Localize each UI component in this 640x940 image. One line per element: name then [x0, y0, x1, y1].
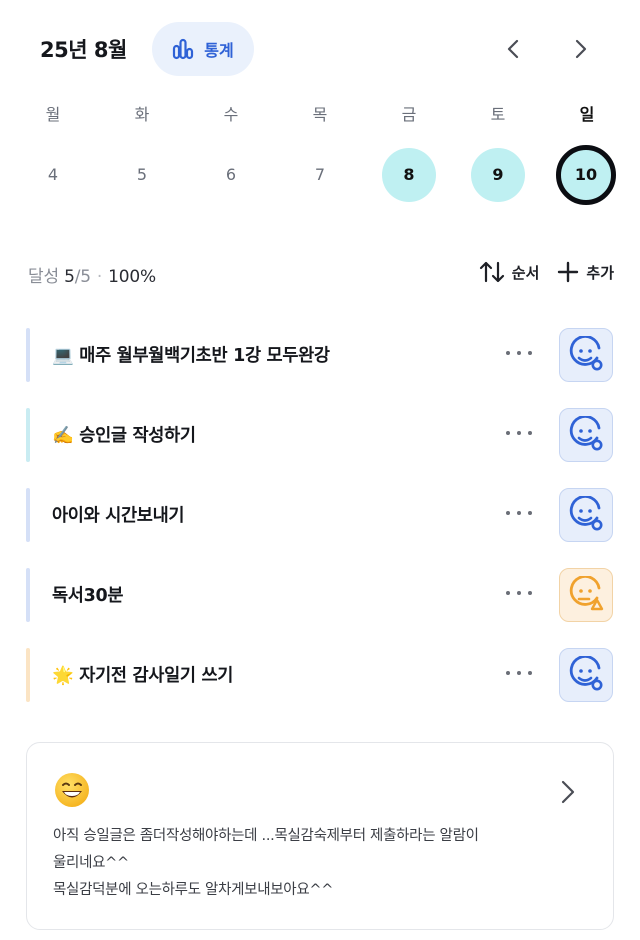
weekday-label: 금 — [401, 105, 417, 124]
neutral-warning-face-icon — [569, 576, 604, 611]
date-cell[interactable]: 4 — [26, 148, 80, 202]
happy-face-icon — [569, 656, 603, 691]
weekday-label: 일 — [579, 105, 595, 124]
more-options-button[interactable] — [504, 501, 534, 525]
happy-face-icon — [569, 496, 603, 531]
task-color-bar — [26, 568, 30, 622]
task-item[interactable]: ✍️ 승인글 작성하기 — [26, 398, 616, 462]
chevron-left-icon — [507, 39, 519, 59]
mood-button[interactable] — [559, 488, 613, 542]
weekday-label: 월 — [45, 105, 61, 124]
stats-label: 통계 — [204, 41, 234, 60]
more-options-button[interactable] — [504, 421, 534, 445]
achievement-total: /5 — [74, 267, 91, 287]
list-actions: 순서 추가 — [479, 260, 614, 284]
plus-icon — [558, 261, 579, 283]
chevron-right-icon — [575, 39, 587, 59]
bar-chart-icon — [173, 38, 194, 60]
month-title: 25년 8월 — [40, 38, 127, 62]
add-label: 추가 — [586, 263, 614, 282]
happy-face-icon — [569, 336, 603, 371]
task-title: 💻 매주 월부월백기초반 1강 모두완강 — [52, 346, 330, 366]
task-title: 아이와 시간보내기 — [52, 506, 185, 526]
task-item[interactable]: 독서30분 — [26, 558, 616, 622]
sort-arrows-icon — [479, 261, 504, 283]
achievement-label: 달성 — [28, 267, 59, 287]
more-options-button[interactable] — [504, 341, 534, 365]
prev-week-button[interactable] — [498, 34, 528, 64]
weekday-label: 화 — [134, 105, 150, 124]
stats-button[interactable]: 통계 — [152, 22, 254, 76]
weekday-row: 월 화 수 목 금 토 일 — [0, 101, 640, 127]
reorder-label: 순서 — [511, 263, 540, 282]
task-color-bar — [26, 488, 30, 542]
date-cell[interactable]: 7 — [293, 148, 347, 202]
separator-dot: · — [96, 267, 103, 287]
date-cell[interactable]: 5 — [115, 148, 169, 202]
task-item[interactable]: 🌟 자기전 감사일기 쓰기 — [26, 638, 616, 702]
achievement-percent: 100% — [108, 267, 156, 287]
task-color-bar — [26, 328, 30, 382]
more-options-button[interactable] — [504, 661, 534, 685]
memo-line: 아직 승일글은 좀더작성해야하는데 ...목실감숙제부터 제출하라는 알람이 — [53, 828, 479, 844]
task-color-bar — [26, 408, 30, 462]
date-cell-done[interactable]: 8 — [382, 148, 436, 202]
daily-memo-card[interactable]: 아직 승일글은 좀더작성해야하는데 ...목실감숙제부터 제출하라는 알람이 울… — [26, 742, 614, 930]
task-color-bar — [26, 648, 30, 702]
task-item[interactable]: 💻 매주 월부월백기초반 1강 모두완강 — [26, 318, 616, 382]
add-task-button[interactable]: 추가 — [557, 261, 614, 283]
memo-line: 울리네요^^ — [53, 855, 129, 871]
more-dots-icon — [506, 591, 532, 595]
memo-text: 아직 승일글은 좀더작성해야하는데 ...목실감숙제부터 제출하라는 알람이 울… — [53, 823, 599, 904]
date-cell-done[interactable]: 9 — [471, 148, 525, 202]
reorder-button[interactable]: 순서 — [479, 260, 540, 284]
more-dots-icon — [506, 511, 532, 515]
mood-button[interactable] — [559, 648, 613, 702]
more-options-button[interactable] — [504, 581, 534, 605]
more-dots-icon — [506, 671, 532, 675]
weekday-label: 목 — [312, 105, 328, 124]
achievement-summary: 달성 5/5 · 100% — [28, 262, 156, 287]
mood-button[interactable] — [559, 408, 613, 462]
grinning-face-icon — [55, 773, 89, 807]
task-title: 독서30분 — [52, 586, 124, 606]
mood-button[interactable] — [559, 328, 613, 382]
calendar-header: 25년 8월 통계 — [0, 22, 640, 76]
mood-button[interactable] — [559, 568, 613, 622]
date-row: 4 5 6 7 8 9 10 — [0, 145, 640, 205]
more-dots-icon — [506, 351, 532, 355]
happy-face-icon — [569, 416, 603, 451]
weekday-label: 수 — [223, 105, 239, 124]
next-week-button[interactable] — [566, 34, 596, 64]
memo-line: 목실감덕분에 오는하루도 알차게보내보아요^^ — [53, 882, 334, 898]
task-title: 🌟 자기전 감사일기 쓰기 — [52, 666, 234, 686]
achievement-count: 5 — [64, 267, 75, 287]
date-cell-today[interactable]: 10 — [556, 145, 616, 205]
more-dots-icon — [506, 431, 532, 435]
date-cell[interactable]: 6 — [204, 148, 258, 202]
weekday-label: 토 — [490, 105, 506, 124]
chevron-right-icon — [561, 780, 575, 804]
task-title: ✍️ 승인글 작성하기 — [52, 426, 196, 446]
task-item[interactable]: 아이와 시간보내기 — [26, 478, 616, 542]
